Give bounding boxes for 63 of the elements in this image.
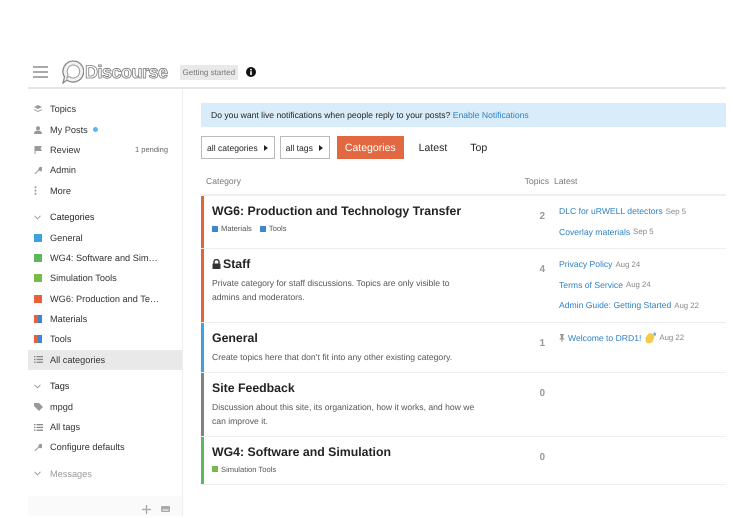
sidebar-link[interactable]: Simulation Tools [50,273,117,284]
filter-dropdown[interactable]: all tags [280,136,330,159]
sidebar-link[interactable]: WG6: Production and Te… [50,294,160,304]
sidebar-link[interactable]: Tools [50,334,72,344]
user-icon [34,126,42,134]
list-icon [34,356,43,364]
flag-icon [34,146,42,154]
topic-count: 0 [539,388,545,398]
list-icon [34,424,43,431]
topic-link[interactable]: DLC for uRWELL detectors [559,206,663,216]
tag-icon [34,402,43,411]
sidebar-link[interactable]: Admin [50,165,76,176]
wrench-icon [34,443,42,452]
caret-icon [264,144,268,150]
column-header: Latest [553,176,578,186]
info-icon [246,67,256,77]
category-description: Discussion about this site, its organization, how it works, and how we can improve it. [212,400,476,428]
topic-count: 2 [539,211,545,222]
getting-started-badge[interactable]: Getting started [180,64,238,80]
category-name[interactable]: Staff [223,257,250,271]
sidebar-link[interactable]: Materials [50,314,88,324]
category-description: Create topics here that don’t fit into any other existing category. [212,350,454,364]
keyboard-icon [161,506,170,512]
logo[interactable]: Discourse [62,60,168,84]
sidebar-link[interactable]: Topics [50,104,76,114]
sidebar-link[interactable]: My Posts [50,124,88,135]
column-header: Topics [524,176,549,186]
topic-link[interactable]: Terms of Service [559,280,623,290]
topic-link[interactable]: Admin Guide: Getting Started [559,300,672,310]
wrench-icon [34,166,42,174]
topic-count: 4 [539,264,545,275]
topic-link[interactable]: Welcome to DRD1! [568,332,642,343]
sidebar-link[interactable]: More [50,186,71,196]
column-header: Category [206,176,242,186]
category-name[interactable]: WG4: Software and Simulation [212,444,392,458]
banner-text: Do you want live notifications when people reply to your posts? [211,110,452,120]
speech-bubble-icon [62,60,84,84]
category-name[interactable]: WG6: Production and Technology Transfer [212,204,462,218]
sidebar-link[interactable]: mpgd [50,402,73,412]
ellipsis-icon [34,186,37,196]
sidebar-link[interactable]: Configure defaults [50,442,125,452]
topic-count: 0 [539,452,545,462]
caret-icon [318,144,323,150]
category-name[interactable]: General [212,330,258,344]
filter-dropdown[interactable]: all categories [201,136,275,159]
category-description: Private category for staff discussions. Topics are only visible to admins and moderators. [212,277,451,304]
sidebar-link[interactable]: Review [50,144,80,155]
sidebar-link[interactable]: WG4: Software and Sim… [50,252,158,263]
nav-tab[interactable]: Top [462,136,496,159]
section-header[interactable]: Categories [50,212,94,222]
topic-link[interactable]: Privacy Policy [559,259,612,270]
category-name[interactable]: Site Feedback [212,380,295,394]
plus-icon [142,504,151,514]
topic-link[interactable]: Coverlay materials [559,226,630,237]
nav-tab[interactable]: Latest [410,136,456,159]
section-header[interactable]: Tags [50,381,70,392]
sidebar-link[interactable]: General [50,232,83,243]
sidebar-link[interactable]: All categories [50,354,106,365]
enable-notifications-link[interactable]: Enable Notifications [452,110,529,120]
layers-icon [34,105,42,114]
topic-count: 1 [539,338,545,348]
menu-icon [33,66,48,78]
sidebar-link[interactable]: All tags [50,422,80,432]
